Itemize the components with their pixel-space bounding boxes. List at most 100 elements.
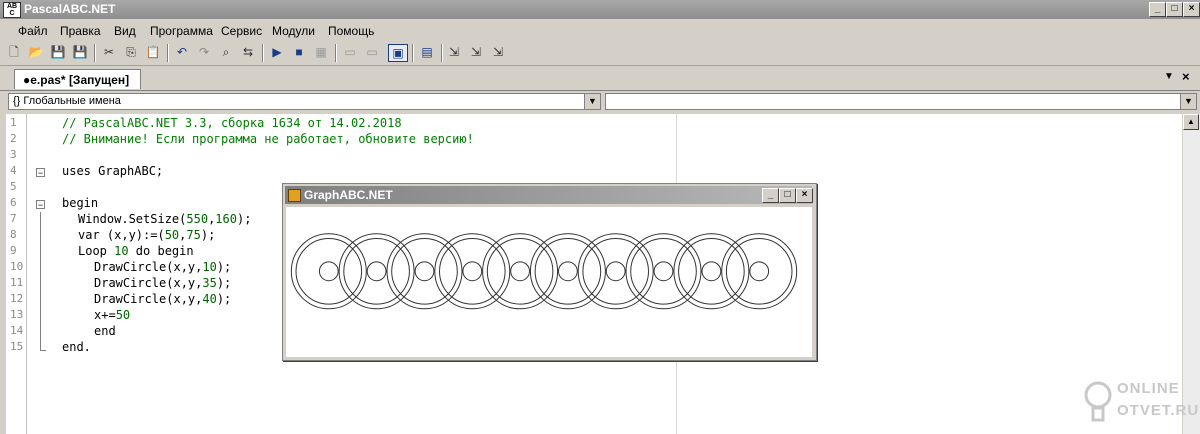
graphabc-title-bar[interactable]: GraphABC.NET _ □ ×: [285, 186, 813, 204]
paste-icon[interactable]: 📋: [145, 44, 161, 60]
cut-icon[interactable]: ✂: [101, 44, 117, 60]
compile-icon[interactable]: ▦: [313, 44, 329, 60]
code-token: // Внимание! Если программа не работает,…: [62, 132, 474, 146]
tab-e-pas[interactable]: ●e.pas* [Запущен]: [14, 69, 141, 89]
graphabc-window: GraphABC.NET _ □ ×: [282, 183, 817, 361]
menu-service[interactable]: Сервис: [221, 24, 262, 38]
code-token: Window.SetSize(: [78, 212, 187, 226]
code-line: x+=50: [94, 308, 130, 322]
drawn-circle: [678, 238, 745, 305]
code-token: 35: [202, 276, 217, 290]
code-line: Window.SetSize(550,160);: [78, 212, 251, 226]
drawn-circle: [625, 233, 702, 310]
drawn-circle: [386, 233, 463, 310]
menu-edit[interactable]: Правка: [60, 24, 101, 38]
output-window-icon[interactable]: ▣: [388, 44, 408, 62]
drawn-circle: [391, 238, 458, 305]
graph-close-button[interactable]: ×: [796, 188, 813, 203]
code-token: 550: [186, 212, 209, 226]
menu-program[interactable]: Программа: [150, 24, 213, 38]
drawn-circle: [529, 233, 606, 310]
save-icon[interactable]: 💾: [50, 44, 66, 60]
line-number: 8: [10, 228, 17, 241]
menu-bar: Файл Правка Вид Программа Сервис Модули …: [0, 19, 1200, 41]
line-number: 5: [10, 180, 17, 193]
line-number-gutter: 1 2 3 4 5 6 7 8 9 10 11 12 13 14 15: [6, 114, 26, 434]
copy-icon[interactable]: ⎘: [123, 44, 139, 60]
graph-maximize-button[interactable]: □: [779, 188, 796, 203]
comment-icon[interactable]: ▭: [342, 44, 358, 60]
code-token: 40: [202, 292, 217, 306]
toolbar: 🗋 📂 💾 💾 ✂ ⎘ 📋 ↶ ↷ ⌕ ⇆ ▶ ■ ▦ ▭ ▭ ▣ ▤ ⇲ ⇲ …: [0, 41, 1200, 66]
code-token: DrawCircle(x,y,: [94, 260, 203, 274]
menu-view[interactable]: Вид: [114, 24, 136, 38]
drawn-circle: [414, 261, 435, 282]
undo-icon[interactable]: ↶: [174, 44, 190, 60]
code-token: Loop: [78, 244, 115, 258]
code-line: // Внимание! Если программа не работает,…: [62, 132, 474, 146]
menu-modules[interactable]: Модули: [272, 24, 315, 38]
minimize-button[interactable]: _: [1149, 2, 1166, 17]
drawn-circle: [439, 238, 506, 305]
drawn-circle: [673, 233, 750, 310]
line-number: 15: [10, 340, 24, 353]
step-into-icon[interactable]: ⇲: [446, 44, 462, 60]
save-all-icon[interactable]: 💾: [72, 44, 88, 60]
maximize-button[interactable]: □: [1166, 2, 1183, 17]
find-icon[interactable]: ⌕: [218, 44, 234, 60]
drawn-circle: [577, 233, 654, 310]
code-token: 10: [202, 260, 217, 274]
menu-file[interactable]: Файл: [18, 24, 48, 38]
code-token: end.: [62, 340, 91, 354]
uncomment-icon[interactable]: ▭: [364, 44, 380, 60]
window-title: PascalABC.NET: [24, 2, 116, 16]
menu-help[interactable]: Помощь: [328, 24, 374, 38]
step-out-icon[interactable]: ⇲: [490, 44, 506, 60]
tab-list-dropdown-icon[interactable]: ▼: [1164, 71, 1174, 82]
close-tab-icon[interactable]: ×: [1182, 69, 1190, 84]
chevron-down-icon[interactable]: ▼: [584, 94, 600, 109]
drawn-circle: [630, 238, 697, 305]
tab-strip: ●e.pas* [Запущен] ▼ ×: [0, 66, 1200, 91]
scope-combo[interactable]: {} Глобальные имена ▼: [8, 93, 601, 110]
drawn-circle: [605, 261, 626, 282]
member-combo-value: [606, 95, 610, 107]
drawn-circle: [462, 261, 483, 282]
new-file-icon[interactable]: 🗋: [6, 44, 22, 60]
fold-toggle-begin[interactable]: −: [36, 200, 45, 210]
close-button[interactable]: ×: [1183, 2, 1200, 17]
redo-icon[interactable]: ↷: [196, 44, 212, 60]
member-combo[interactable]: ▼: [605, 93, 1197, 110]
step-over-icon[interactable]: ⇲: [468, 44, 484, 60]
fold-toggle-uses[interactable]: −: [36, 168, 45, 178]
open-folder-icon[interactable]: 📂: [28, 44, 44, 60]
drawn-circle: [721, 233, 798, 310]
title-bar: AB C PascalABC.NET _ □ ×: [0, 0, 1200, 19]
replace-icon[interactable]: ⇆: [240, 44, 256, 60]
watermark-line2: OTVET.RU: [1117, 402, 1200, 419]
stop-icon[interactable]: ■: [291, 44, 307, 60]
line-number: 9: [10, 244, 17, 257]
debug-icon[interactable]: ▤: [419, 44, 435, 60]
scroll-up-icon[interactable]: ▲: [1183, 114, 1199, 130]
line-number: 14: [10, 324, 24, 337]
code-token: uses GraphABC;: [62, 164, 164, 178]
drawn-circle: [510, 261, 531, 282]
drawn-circle: [582, 238, 650, 305]
watermark-line1: ONLINE: [1117, 380, 1180, 397]
code-token: );: [236, 212, 252, 226]
chevron-down-icon[interactable]: ▼: [1180, 94, 1196, 109]
code-token: 75: [186, 228, 201, 242]
code-line: DrawCircle(x,y,10);: [94, 260, 231, 274]
run-icon[interactable]: ▶: [269, 44, 285, 60]
circles-drawing: [290, 233, 798, 310]
code-token: DrawCircle(x,y,: [94, 276, 203, 290]
line-number: 12: [10, 292, 24, 305]
code-token: 160: [215, 212, 237, 226]
graph-minimize-button[interactable]: _: [762, 188, 779, 203]
graphabc-window-icon: [288, 189, 301, 202]
navigation-bar: {} Глобальные имена ▼ ▼: [0, 91, 1200, 113]
line-number: 2: [10, 132, 17, 145]
line-number: 11: [10, 276, 24, 289]
code-line: begin: [62, 196, 98, 210]
